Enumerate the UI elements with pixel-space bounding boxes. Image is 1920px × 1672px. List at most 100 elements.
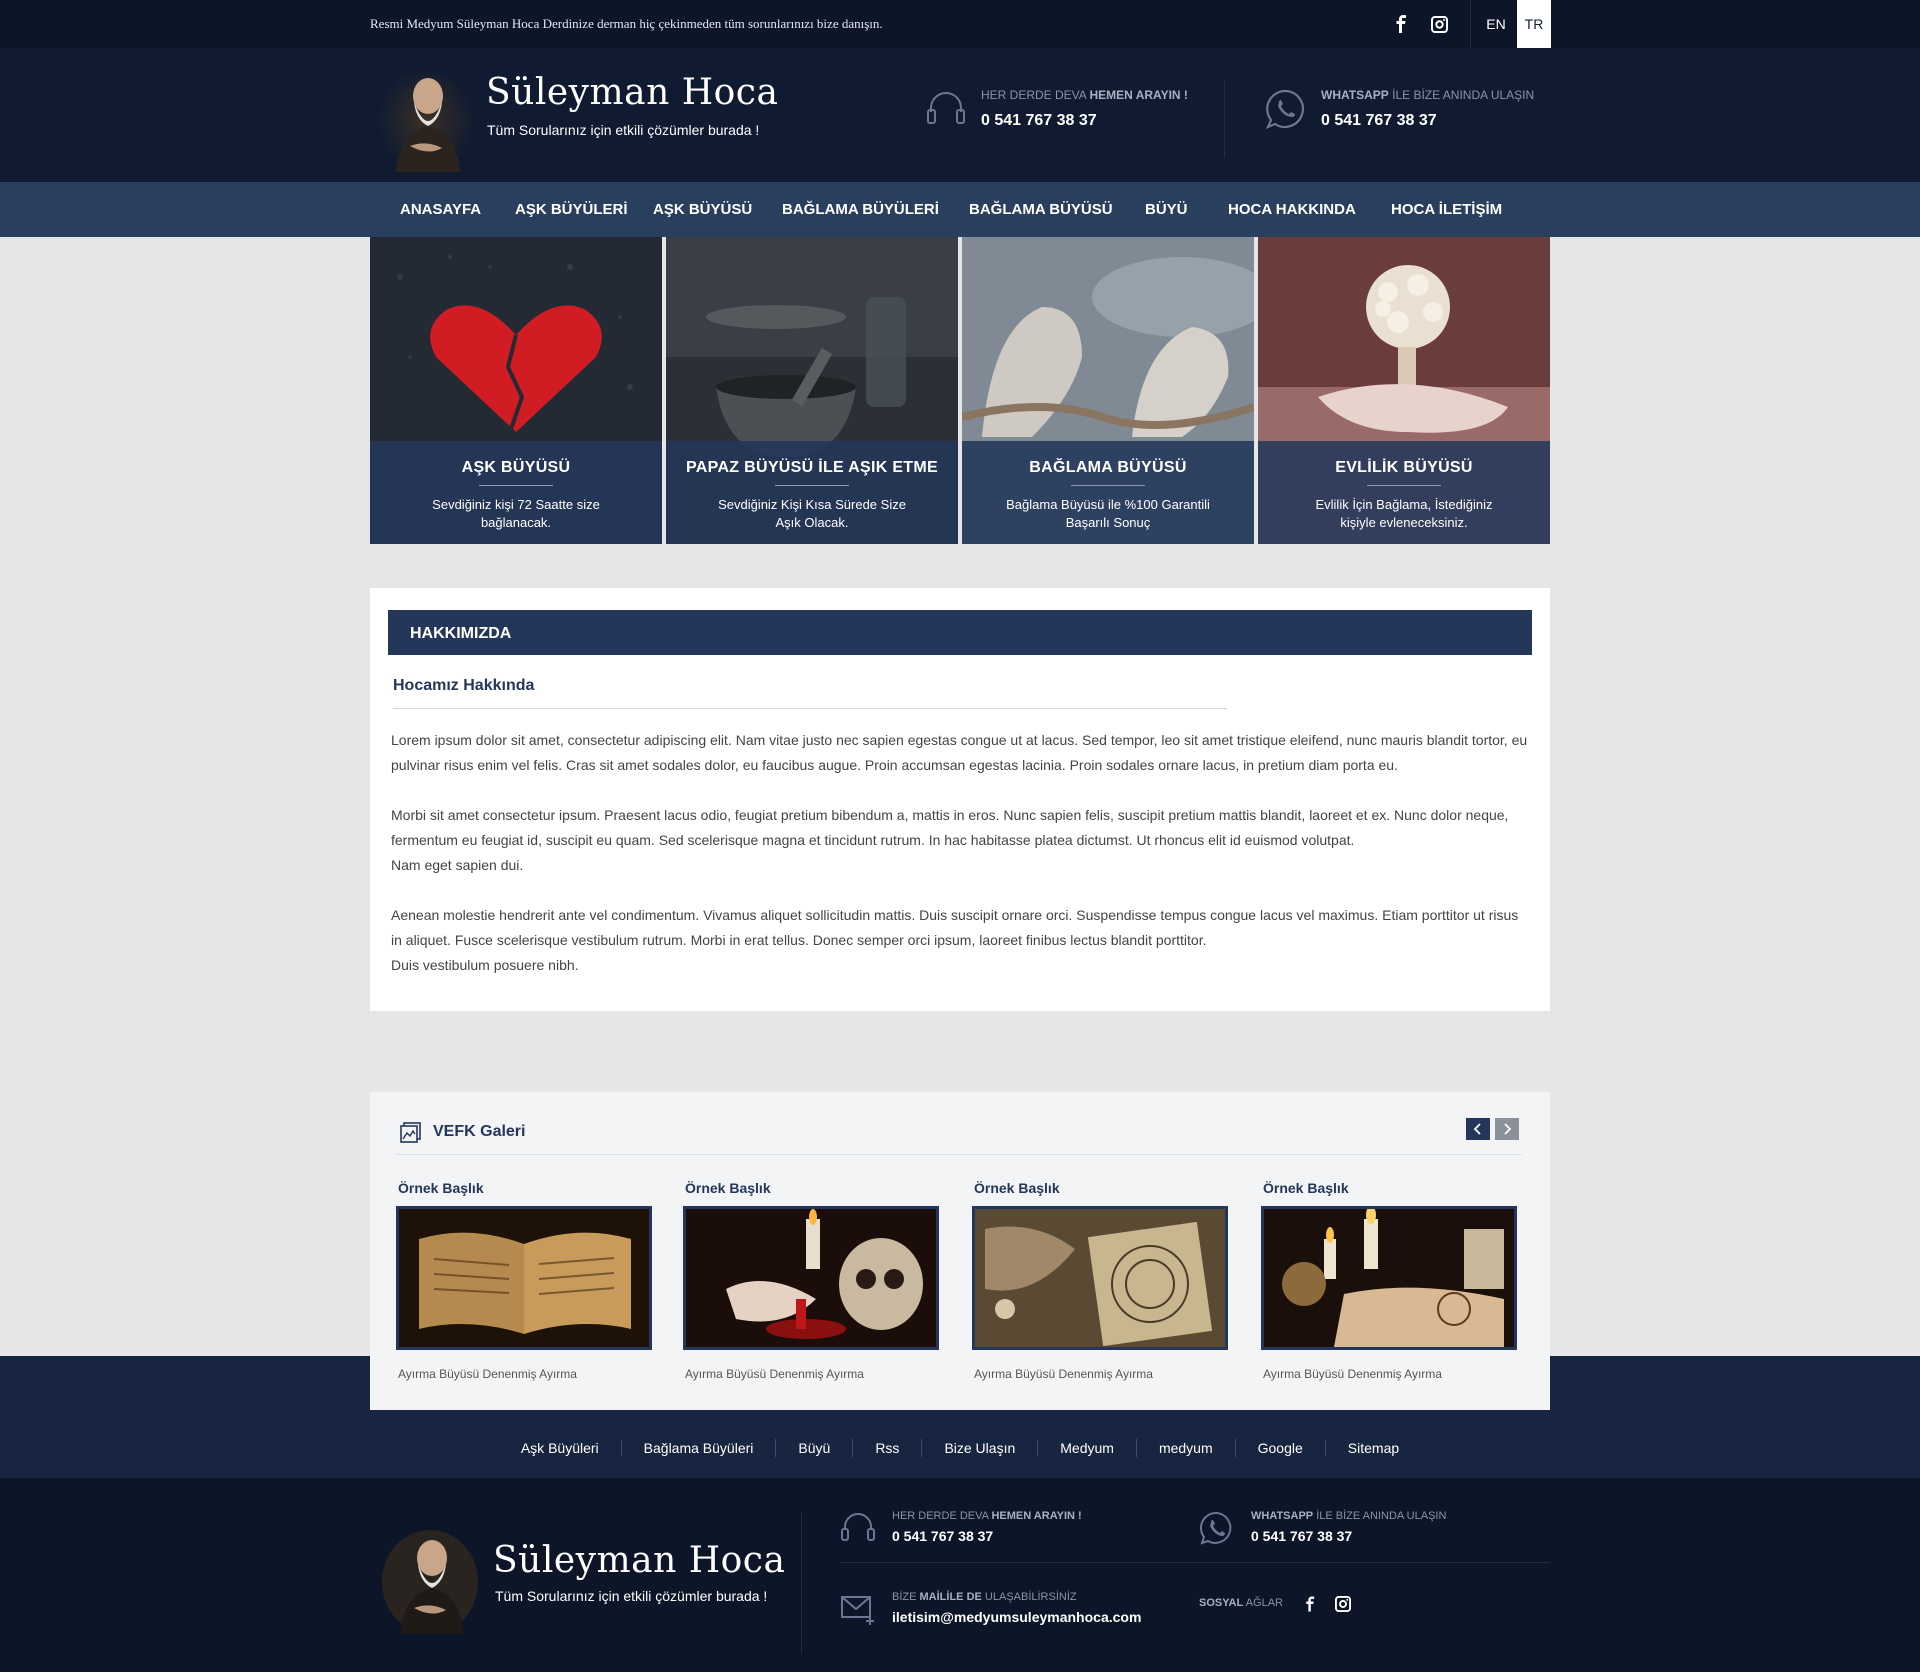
top-bar: Resmi Medyum Süleyman Hoca Derdinize der… (0, 0, 1920, 48)
brand-subtitle: Tüm Sorularınız için etkili çözümler bur… (487, 122, 760, 138)
next-arrow-button[interactable] (1495, 1118, 1519, 1140)
about-paragraph: Nam eget sapien dui. (391, 857, 524, 873)
chevron-right-icon (1504, 1123, 1512, 1135)
gallery-image[interactable] (396, 1206, 652, 1350)
nav-item-ask-buyuleri[interactable]: AŞK BÜYÜLERİ (515, 201, 628, 218)
divider (775, 485, 849, 486)
phone-caption-bold: HEMEN ARAYIN ! (1089, 88, 1188, 102)
tile-title: AŞK BÜYÜSÜ (461, 459, 571, 476)
footer-link[interactable]: Rss (852, 1439, 921, 1457)
footer-link[interactable]: Bağlama Büyüleri (620, 1439, 776, 1457)
feature-tiles: AŞK BÜYÜSÜ Sevdiğiniz kişi 72 Saatte siz… (370, 237, 1550, 544)
phone-caption-bold: HEMEN ARAYIN ! (991, 1510, 1082, 1522)
gallery-item-title: Örnek Başlık (398, 1180, 484, 1196)
whatsapp-caption-bold: WHATSAPP (1321, 88, 1389, 102)
divider (479, 485, 553, 486)
tile-description: Bağlama Büyüsü ile %100 Garantili Başarı… (1006, 497, 1210, 530)
nav-item-anasayfa[interactable]: ANASAYFA (400, 201, 481, 218)
facebook-icon[interactable] (1390, 13, 1412, 35)
footer-link[interactable]: Sitemap (1324, 1439, 1421, 1457)
tile-title: PAPAZ BÜYÜSÜ İLE AŞIK ETME (686, 459, 938, 476)
footer: Süleyman Hoca Tüm Sorularınız için etkil… (0, 1478, 1920, 1672)
gallery-item[interactable]: Örnek Başlık Ayırma Büyüsü Denenmiş Ayır… (683, 1180, 939, 1381)
tile-title: BAĞLAMA BÜYÜSÜ (1029, 459, 1187, 476)
nav-item-hoca-hakkinda[interactable]: HOCA HAKKINDA (1228, 201, 1356, 218)
gallery-item-caption: Ayırma Büyüsü Denenmiş Ayırma (1263, 1367, 1442, 1381)
gallery-item-title: Örnek Başlık (1263, 1180, 1349, 1196)
about-paragraph: Lorem ipsum dolor sit amet, consectetur … (391, 732, 1528, 773)
social-label-rest: AĞLAR (1243, 1597, 1283, 1609)
mail-caption-bold: MAİLİLE DE (919, 1591, 982, 1603)
whatsapp-number[interactable]: 0 541 767 38 37 (1251, 1528, 1352, 1544)
logo-portrait[interactable] (376, 60, 476, 172)
footer-brand-subtitle: Tüm Sorularınız için etkili çözümler bur… (495, 1588, 768, 1604)
divider (840, 1562, 1550, 1563)
chevron-left-icon (1473, 1123, 1481, 1135)
tile-title: EVLİLİK BÜYÜSÜ (1335, 459, 1473, 476)
tile-description: Sevdiğiniz Kişi Kısa Sürede Size Aşık Ol… (718, 497, 906, 530)
gallery-image[interactable] (972, 1206, 1228, 1350)
main-nav: ANASAYFA AŞK BÜYÜLERİ AŞK BÜYÜSÜ BAĞLAMA… (0, 182, 1920, 237)
footer-brand-title[interactable]: Süleyman Hoca (493, 1540, 785, 1581)
whatsapp-caption: İLE BİZE ANINDA ULAŞIN (1388, 88, 1535, 102)
mail-icon (841, 1596, 874, 1625)
footer-link[interactable]: Medyum (1037, 1439, 1136, 1457)
footer-logo-portrait[interactable] (380, 1522, 480, 1634)
nav-item-baglama-buyusu[interactable]: BAĞLAMA BÜYÜSÜ (969, 201, 1113, 218)
footer-link[interactable]: Google (1234, 1439, 1325, 1457)
skull-candle-image (686, 1209, 936, 1347)
footer-link[interactable]: Aşk Büyüleri (499, 1439, 621, 1457)
talisman-image (975, 1209, 1225, 1347)
lang-en-button[interactable]: EN (1479, 0, 1513, 48)
feature-tile[interactable]: PAPAZ BÜYÜSÜ İLE AŞIK ETME Sevdiğiniz Ki… (666, 237, 958, 544)
feature-tile[interactable]: BAĞLAMA BÜYÜSÜ Bağlama Büyüsü ile %100 G… (962, 237, 1254, 544)
top-message: Resmi Medyum Süleyman Hoca Derdinize der… (370, 16, 883, 31)
whatsapp-icon (1199, 1511, 1232, 1545)
brand-title[interactable]: Süleyman Hoca (486, 72, 778, 113)
instagram-icon[interactable] (1333, 1594, 1353, 1614)
social-label: SOSYAL AĞLAR (1199, 1597, 1283, 1609)
lang-tr-button[interactable]: TR (1517, 0, 1551, 48)
nav-item-hoca-iletisim[interactable]: HOCA İLETİŞİM (1391, 201, 1502, 218)
phone-number[interactable]: 0 541 767 38 37 (981, 112, 1097, 130)
nav-item-baglama-buyuleri[interactable]: BAĞLAMA BÜYÜLERİ (782, 201, 939, 218)
nav-item-ask-buyusu[interactable]: AŞK BÜYÜSÜ (653, 201, 752, 218)
gallery-item[interactable]: Örnek Başlık Ayırma Büyüsü Denenmiş Ayır… (1261, 1180, 1517, 1381)
divider (1470, 0, 1471, 48)
divider (801, 1512, 802, 1654)
divider (1224, 80, 1225, 158)
footer-link[interactable]: Büyü (775, 1439, 852, 1457)
about-section: HAKKIMIZDA Hocamız Hakkında Lorem ipsum … (370, 588, 1550, 1011)
mail-caption-end: ULAŞABİLİRSİNİZ (981, 1591, 1077, 1603)
book-image (399, 1209, 649, 1347)
phone-number[interactable]: 0 541 767 38 37 (892, 1528, 993, 1544)
prev-arrow-button[interactable] (1466, 1118, 1490, 1140)
footer-link[interactable]: Bize Ulaşın (921, 1439, 1037, 1457)
divider (393, 708, 1227, 709)
gallery-item-title: Örnek Başlık (685, 1180, 771, 1196)
footer-link[interactable]: medyum (1135, 1439, 1235, 1457)
gallery-item-caption: Ayırma Büyüsü Denenmiş Ayırma (685, 1367, 864, 1381)
gallery-item[interactable]: Örnek Başlık Ayırma Büyüsü Denenmiş Ayır… (396, 1180, 652, 1381)
about-paragraph: Duis vestibulum posuere nibh. (391, 957, 579, 973)
facebook-icon[interactable] (1300, 1594, 1320, 1614)
footer-links: Aşk Büyüleri Bağlama Büyüleri Büyü Rss B… (0, 1436, 1920, 1460)
gallery-title: VEFK Galeri (433, 1123, 526, 1140)
gallery-item-title: Örnek Başlık (974, 1180, 1060, 1196)
gallery-image[interactable] (683, 1206, 939, 1350)
gallery-item[interactable]: Örnek Başlık Ayırma Büyüsü Denenmiş Ayır… (972, 1180, 1228, 1381)
instagram-icon[interactable] (1428, 13, 1450, 35)
tile-description: Sevdiğiniz kişi 72 Saatte size bağlanaca… (432, 497, 600, 530)
whatsapp-number[interactable]: 0 541 767 38 37 (1321, 112, 1437, 130)
whatsapp-caption-bold: WHATSAPP (1251, 1510, 1314, 1522)
gallery-item-caption: Ayırma Büyüsü Denenmiş Ayırma (974, 1367, 1153, 1381)
social-label-bold: SOSYAL (1199, 1597, 1244, 1609)
mail-address[interactable]: iletisim@medyumsuleymanhoca.com (892, 1609, 1141, 1625)
candle-book-image (1264, 1209, 1514, 1347)
tile-description: Evlilik İçin Bağlama, İstediğiniz kişiyl… (1315, 497, 1493, 530)
feature-tile[interactable]: EVLİLİK BÜYÜSÜ Evlilik İçin Bağlama, İst… (1258, 237, 1550, 544)
gallery-item-caption: Ayırma Büyüsü Denenmiş Ayırma (398, 1367, 577, 1381)
gallery-image[interactable] (1261, 1206, 1517, 1350)
feature-tile[interactable]: AŞK BÜYÜSÜ Sevdiğiniz kişi 72 Saatte siz… (370, 237, 662, 544)
nav-item-buyu[interactable]: BÜYÜ (1145, 201, 1188, 218)
